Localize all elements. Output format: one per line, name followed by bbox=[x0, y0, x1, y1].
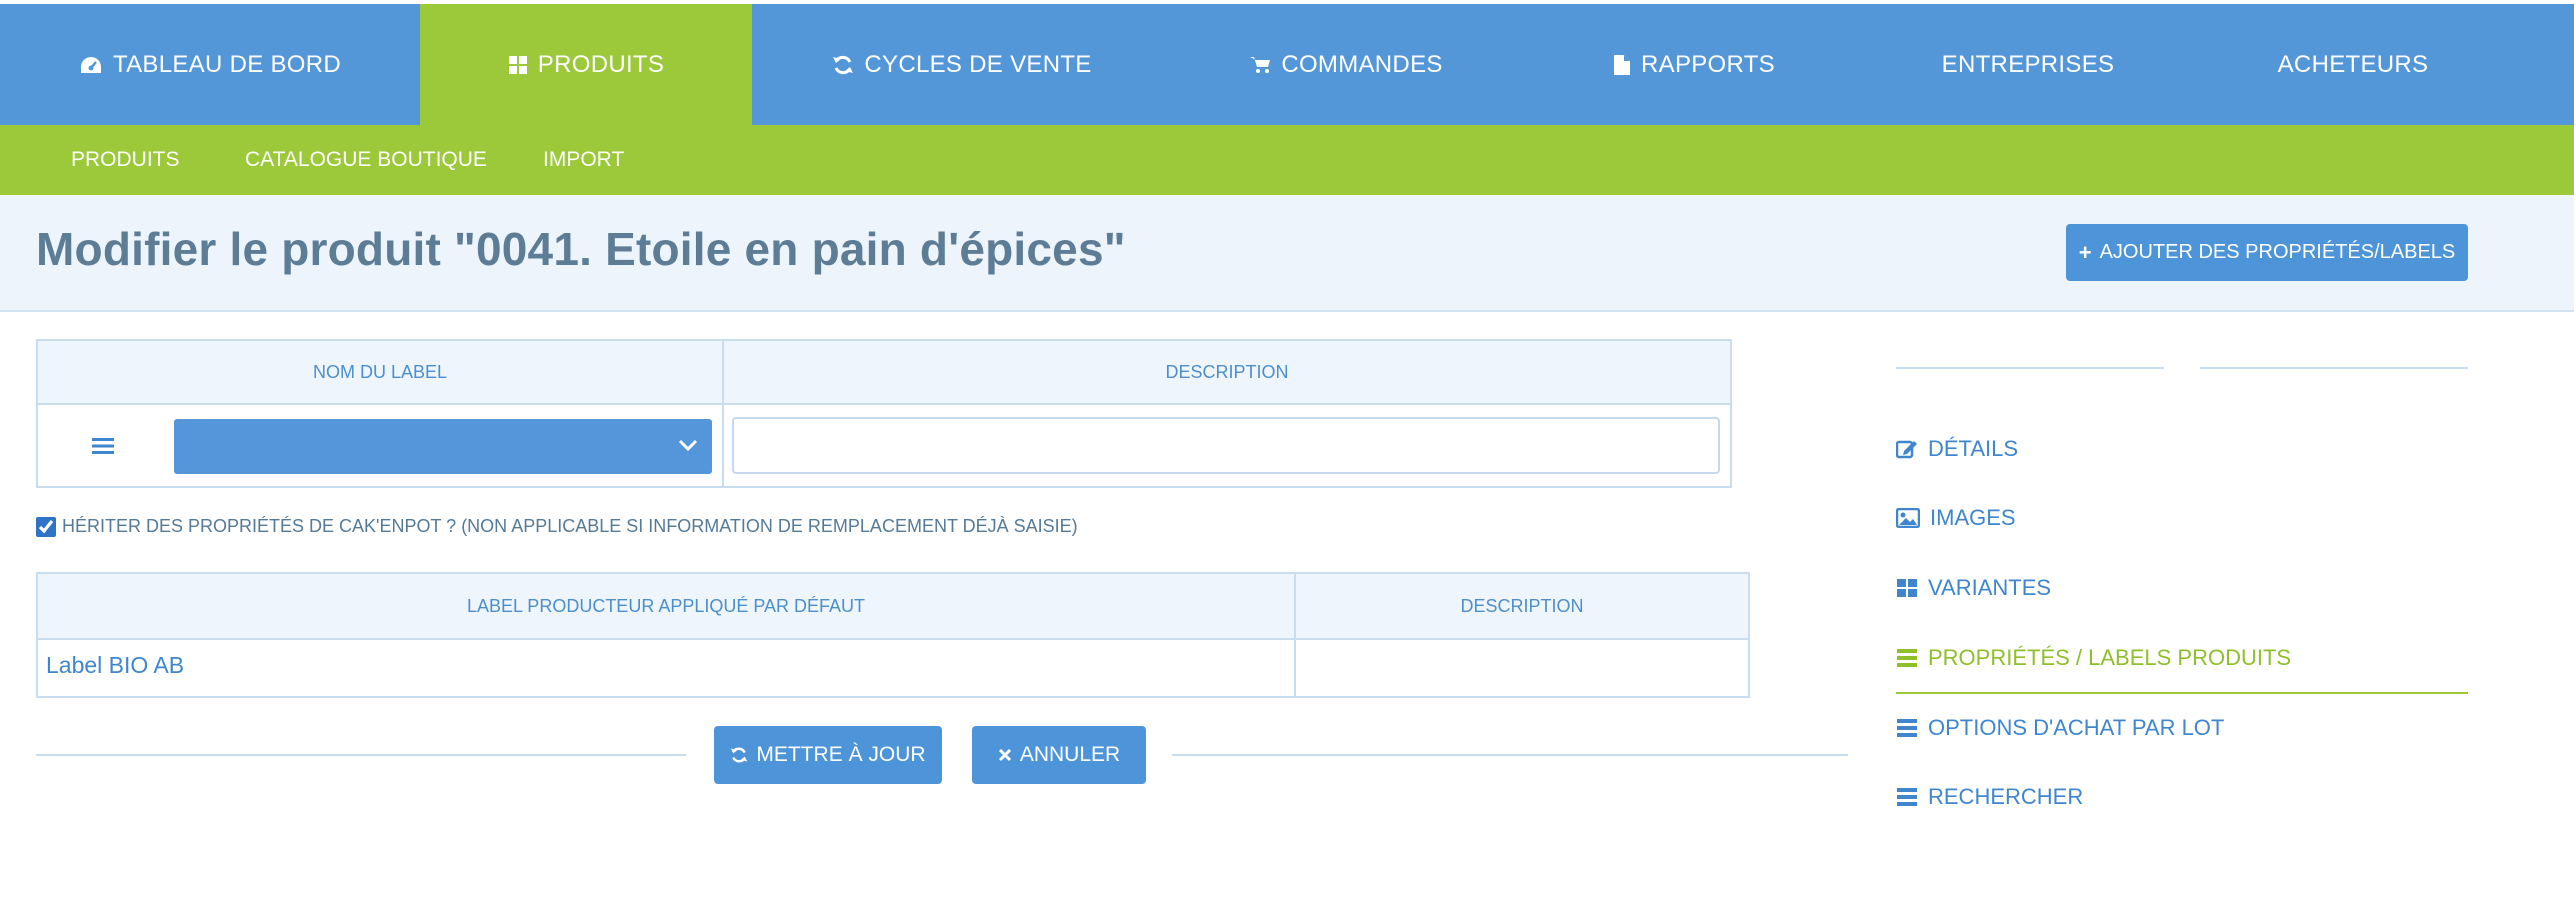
nav-label: TABLEAU DE BORD bbox=[112, 50, 342, 78]
grid-icon bbox=[508, 55, 527, 74]
chevron-down-icon bbox=[678, 439, 698, 452]
close-icon bbox=[998, 748, 1011, 762]
label-select[interactable] bbox=[174, 419, 712, 474]
cancel-button[interactable]: ANNULER bbox=[972, 726, 1146, 784]
drag-handle[interactable] bbox=[92, 437, 114, 460]
nav-entreprises[interactable]: ENTREPRISES bbox=[1868, 4, 2188, 125]
table-row-label: Label BIO AB bbox=[46, 652, 185, 678]
nav-label: ENTREPRISES bbox=[1941, 50, 2115, 78]
page-title: Modifier le produit "0041. Etoile en pai… bbox=[36, 223, 1126, 275]
inherit-label: HÉRITER DES PROPRIÉTÉS DE CAK'ENPOT ? (N… bbox=[62, 516, 1078, 536]
inherit-checkbox[interactable] bbox=[36, 516, 56, 537]
table-divider bbox=[1294, 574, 1296, 696]
divider bbox=[36, 754, 686, 756]
grid-icon bbox=[1897, 579, 1917, 597]
top-nav: TABLEAU DE BORD PRODUITS CYCLES DE VENTE… bbox=[0, 0, 2574, 125]
column-header-description: DESCRIPTION bbox=[1296, 574, 1748, 638]
divider bbox=[1172, 754, 1848, 756]
nav-rapports[interactable]: RAPPORTS bbox=[1520, 4, 1868, 125]
nav-label: COMMANDES bbox=[1281, 50, 1443, 78]
cart-icon bbox=[1250, 56, 1271, 73]
side-menu-divider bbox=[1896, 367, 2164, 369]
side-item-images[interactable]: IMAGES bbox=[1896, 505, 2016, 531]
side-item-label: OPTIONS D'ACHAT PAR LOT bbox=[1928, 715, 2225, 740]
side-item-details[interactable]: DÉTAILS bbox=[1896, 436, 2018, 462]
side-item-label: DÉTAILS bbox=[1928, 436, 2019, 461]
add-properties-button[interactable]: + AJOUTER DES PROPRIÉTÉS/LABELS bbox=[2066, 224, 2468, 281]
side-item-rechercher[interactable]: RECHERCHER bbox=[1896, 784, 2083, 810]
side-menu-divider bbox=[2200, 367, 2468, 369]
update-button[interactable]: METTRE À JOUR bbox=[714, 726, 942, 784]
update-label: METTRE À JOUR bbox=[756, 743, 926, 766]
subnav-produits[interactable]: PRODUITS bbox=[71, 125, 180, 195]
nav-produits[interactable]: PRODUITS bbox=[420, 4, 752, 125]
side-item-proprietes-labels[interactable]: PROPRIÉTÉS / LABELS PRODUITS bbox=[1896, 645, 2291, 671]
list-icon bbox=[1897, 788, 1917, 806]
list-icon bbox=[1897, 719, 1917, 737]
side-item-label: VARIANTES bbox=[1928, 575, 2052, 600]
side-item-label: IMAGES bbox=[1930, 505, 2016, 530]
plus-icon: + bbox=[2078, 239, 2092, 265]
side-item-label: PROPRIÉTÉS / LABELS PRODUITS bbox=[1928, 645, 2292, 670]
edit-icon bbox=[1896, 440, 1917, 459]
subnav-label: IMPORT bbox=[543, 148, 625, 171]
refresh-icon bbox=[833, 55, 854, 74]
nav-label: CYCLES DE VENTE bbox=[864, 50, 1092, 78]
table-divider bbox=[722, 341, 724, 486]
nav-commandes[interactable]: COMMANDES bbox=[1172, 4, 1520, 125]
side-item-label: RECHERCHER bbox=[1928, 784, 2084, 809]
sub-nav: PRODUITS CATALOGUE BOUTIQUE IMPORT bbox=[0, 125, 2574, 195]
nav-acheteurs[interactable]: ACHETEURS bbox=[2188, 4, 2518, 125]
column-header-label-producteur: LABEL PRODUCTEUR APPLIQUÉ PAR DÉFAUT bbox=[38, 574, 1294, 638]
nav-tableau-de-bord[interactable]: TABLEAU DE BORD bbox=[0, 4, 420, 125]
label-description-input[interactable] bbox=[732, 417, 1720, 474]
nav-cycles-de-vente[interactable]: CYCLES DE VENTE bbox=[752, 4, 1172, 125]
add-properties-label: AJOUTER DES PROPRIÉTÉS/LABELS bbox=[2099, 241, 2456, 263]
subnav-catalogue-boutique[interactable]: CATALOGUE BOUTIQUE bbox=[245, 125, 487, 195]
drag-handle-icon bbox=[92, 438, 114, 454]
subnav-label: PRODUITS bbox=[71, 148, 180, 171]
nav-label: PRODUITS bbox=[537, 50, 665, 78]
cancel-label: ANNULER bbox=[1019, 743, 1121, 766]
default-labels-table: LABEL PRODUCTEUR APPLIQUÉ PAR DÉFAUT DES… bbox=[36, 572, 1750, 698]
refresh-icon bbox=[731, 747, 748, 763]
subnav-label: CATALOGUE BOUTIQUE bbox=[245, 148, 487, 171]
table-divider bbox=[38, 403, 1730, 405]
inherit-properties: HÉRITER DES PROPRIÉTÉS DE CAK'ENPOT ? (N… bbox=[36, 516, 1078, 537]
file-icon bbox=[1614, 54, 1630, 75]
nav-label: ACHETEURS bbox=[2277, 50, 2429, 78]
table-divider bbox=[38, 638, 1748, 640]
dashboard-icon bbox=[80, 56, 101, 73]
column-header-nom-du-label: NOM DU LABEL bbox=[38, 341, 722, 403]
image-icon bbox=[1896, 508, 1920, 528]
nav-label: RAPPORTS bbox=[1641, 50, 1775, 78]
subnav-import[interactable]: IMPORT bbox=[543, 125, 624, 195]
list-icon bbox=[1897, 649, 1917, 667]
active-side-item-underline bbox=[1896, 692, 2468, 694]
side-item-variantes[interactable]: VARIANTES bbox=[1896, 575, 2051, 601]
side-item-options-achat[interactable]: OPTIONS D'ACHAT PAR LOT bbox=[1896, 715, 2224, 741]
column-header-description: DESCRIPTION bbox=[724, 341, 1730, 403]
